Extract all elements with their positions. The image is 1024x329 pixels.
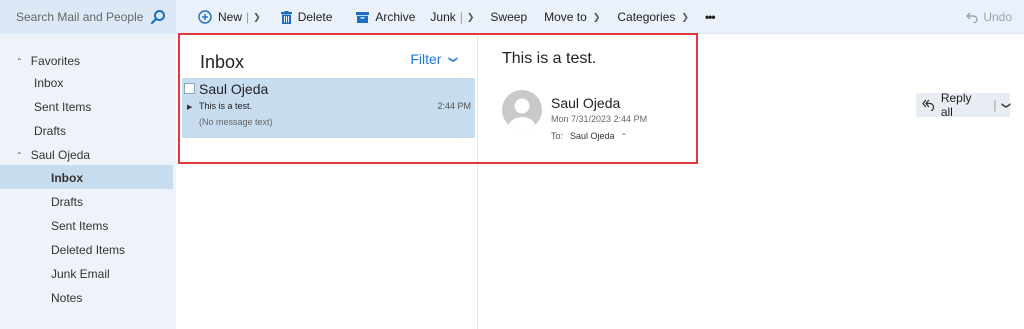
reply-all-button[interactable]: Reply all | ❯ <box>916 91 1012 119</box>
sweep-button[interactable]: Sweep <box>490 0 527 34</box>
chevron-down-icon[interactable]: ❯ <box>1001 101 1012 109</box>
move-to-button[interactable]: Move to ❯ <box>544 0 600 34</box>
command-bar: New | ❯ Delete Archive Junk | ❯ Sweep Mo… <box>176 0 716 34</box>
delete-button[interactable]: Delete <box>280 0 333 34</box>
folder-deleted-items[interactable]: Deleted Items <box>51 243 125 257</box>
archive-button[interactable]: Archive <box>356 0 415 34</box>
favorite-drafts[interactable]: Drafts <box>34 124 66 138</box>
more-actions-button[interactable]: ••• <box>704 0 716 34</box>
more-icon: ••• <box>704 10 716 24</box>
reply-all-icon <box>922 99 935 111</box>
new-label: New <box>218 10 243 24</box>
undo-label: Undo <box>983 10 1012 24</box>
chevron-up-icon: ⌃ <box>16 56 23 66</box>
divider: | <box>993 98 997 112</box>
chevron-down-icon: ❯ <box>681 11 689 22</box>
chevron-down-icon: ❯ <box>592 11 601 22</box>
undo-icon <box>966 12 978 23</box>
favorite-sent-items[interactable]: Sent Items <box>34 100 91 114</box>
favorites-header-label: Favorites <box>30 54 81 68</box>
folder-notes[interactable]: Notes <box>51 291 82 305</box>
delete-label: Delete <box>297 10 333 24</box>
selected-folder-highlight <box>0 165 173 189</box>
folder-junk-email[interactable]: Junk Email <box>51 267 110 281</box>
chevron-down-icon[interactable]: ❯ <box>467 12 475 23</box>
archive-icon <box>356 11 370 23</box>
account-header[interactable]: ⌃ Saul Ojeda <box>16 148 90 162</box>
categories-button[interactable]: Categories ❯ <box>617 0 689 34</box>
highlight-annotation-box <box>178 33 698 164</box>
categories-label: Categories <box>617 10 676 24</box>
junk-label: Junk <box>430 10 456 24</box>
trash-icon <box>280 10 292 24</box>
reply-all-label: Reply all <box>940 91 972 119</box>
chevron-up-icon: ⌃ <box>16 150 23 160</box>
account-header-label: Saul Ojeda <box>30 148 91 162</box>
favorite-inbox[interactable]: Inbox <box>34 76 63 90</box>
favorites-header[interactable]: ⌃ Favorites <box>16 54 80 68</box>
chevron-down-icon[interactable]: ❯ <box>253 12 261 23</box>
folder-pane: ⌃ Favorites Inbox Sent Items Drafts ⌃ Sa… <box>0 34 176 329</box>
new-button[interactable]: New | ❯ <box>198 0 261 34</box>
search-icon[interactable] <box>150 9 166 25</box>
search-box[interactable]: Search Mail and People <box>0 0 176 34</box>
move-to-label: Move to <box>544 10 587 24</box>
divider: | <box>459 10 463 24</box>
sweep-label: Sweep <box>490 10 528 24</box>
archive-label: Archive <box>375 10 416 24</box>
folder-sent-items[interactable]: Sent Items <box>51 219 108 233</box>
top-toolbar: Search Mail and People New | ❯ Delete Ar… <box>0 0 1024 34</box>
divider: | <box>246 10 250 24</box>
undo-button[interactable]: Undo <box>966 0 1012 34</box>
folder-inbox[interactable]: Inbox <box>51 171 83 185</box>
plus-circle-icon <box>198 10 212 24</box>
folder-drafts[interactable]: Drafts <box>51 195 83 209</box>
junk-button[interactable]: Junk | ❯ <box>430 0 474 34</box>
search-input[interactable]: Search Mail and People <box>16 10 143 24</box>
